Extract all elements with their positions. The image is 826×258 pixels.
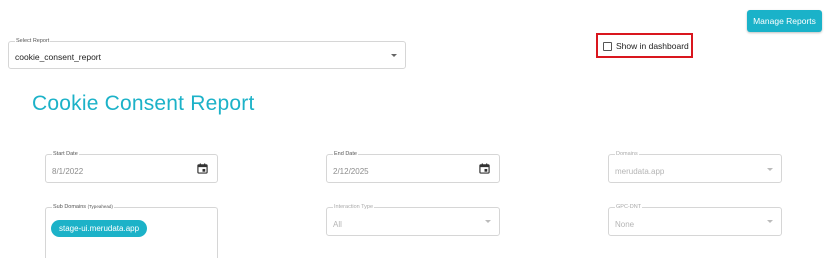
interaction-type-value: All — [333, 220, 342, 229]
sub-domains-typeahead[interactable]: Sub Domains (Typeahead) stage-ui.merudat… — [45, 203, 218, 258]
chevron-down-icon — [485, 220, 491, 223]
gpc-dnt-select[interactable]: GPC-DNT None — [608, 203, 782, 236]
start-date-value: 8/1/2022 — [52, 167, 84, 176]
report-select-value: cookie_consent_report — [15, 52, 102, 62]
report-select[interactable]: Select Report cookie_consent_report — [8, 37, 406, 69]
end-date-field[interactable]: End Date 2/12/2025 — [326, 150, 500, 183]
manage-reports-button[interactable]: Manage Reports — [747, 10, 822, 32]
show-in-dashboard-checkbox[interactable] — [603, 42, 612, 51]
end-date-value: 2/12/2025 — [333, 167, 369, 176]
start-date-label: Start Date — [52, 150, 79, 158]
show-in-dashboard-label[interactable]: Show in dashboard — [616, 41, 689, 51]
chevron-down-icon — [391, 54, 397, 57]
report-select-label: Select Report — [15, 37, 51, 45]
domains-value: merudata.app — [615, 167, 665, 176]
domains-label: Domains — [615, 150, 639, 158]
start-date-field[interactable]: Start Date 8/1/2022 — [45, 150, 218, 183]
interaction-type-label: Interaction Type — [333, 203, 375, 211]
sub-domains-label: Sub Domains (Typeahead) — [52, 203, 114, 211]
chevron-down-icon — [767, 220, 773, 223]
gpc-dnt-value: None — [615, 220, 635, 229]
sub-domain-chip[interactable]: stage-ui.merudata.app — [51, 220, 148, 237]
calendar-icon[interactable] — [479, 163, 490, 174]
calendar-icon[interactable] — [197, 163, 208, 174]
gpc-dnt-label: GPC-DNT — [615, 203, 643, 211]
page-title: Cookie Consent Report — [32, 92, 255, 115]
chevron-down-icon — [767, 168, 773, 171]
domains-select[interactable]: Domains merudata.app — [608, 150, 782, 183]
end-date-label: End Date — [333, 150, 358, 158]
show-in-dashboard-highlight: Show in dashboard — [596, 33, 693, 58]
interaction-type-select[interactable]: Interaction Type All — [326, 203, 500, 236]
